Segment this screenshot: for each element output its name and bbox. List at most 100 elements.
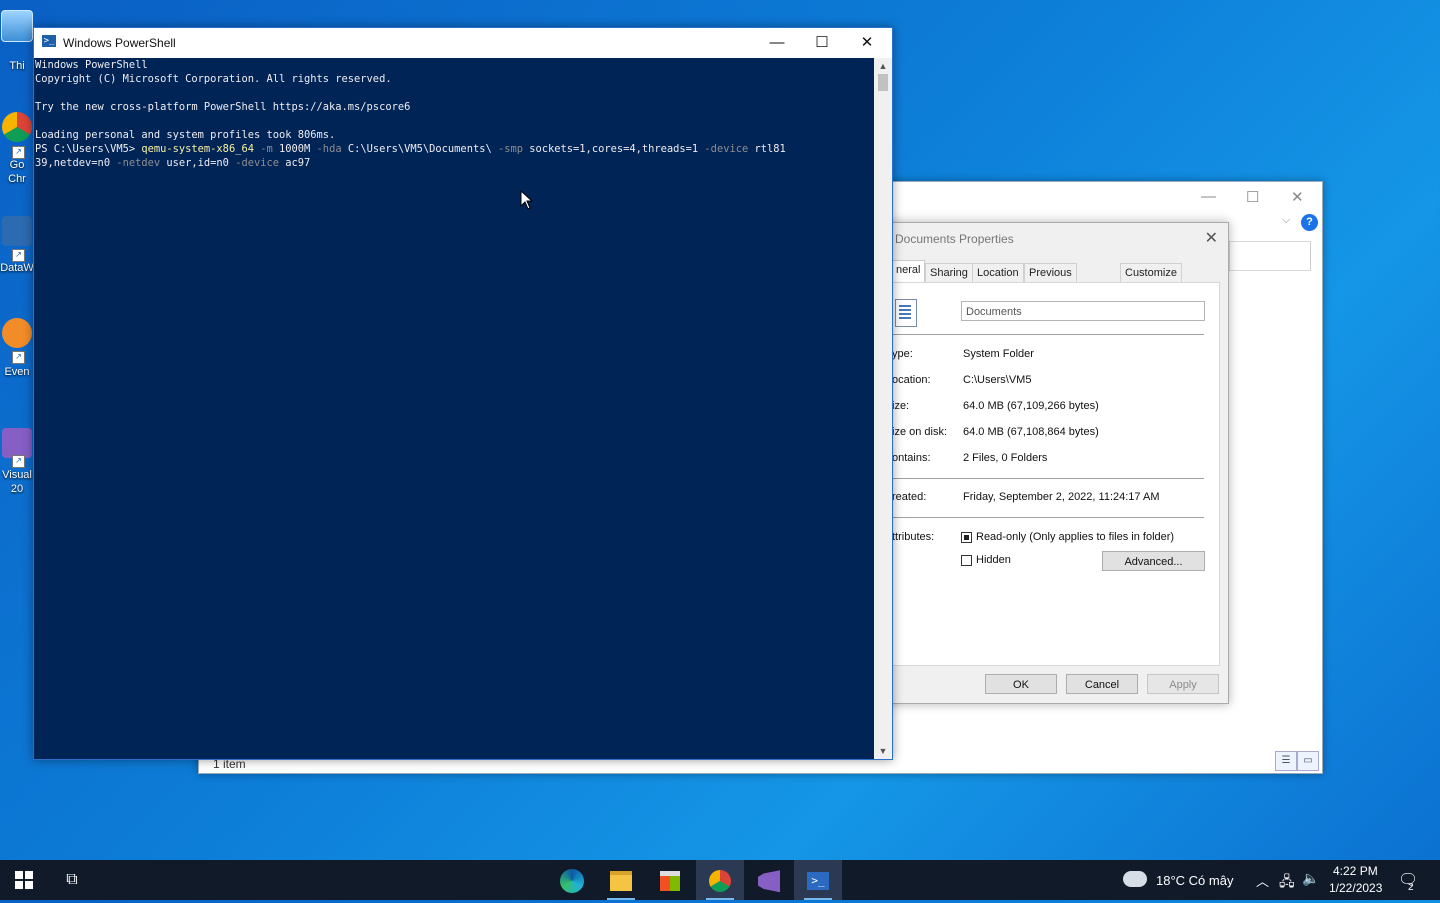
dialog-title: Documents Properties bbox=[895, 232, 1014, 246]
created-value: Friday, September 2, 2022, 11:24:17 AM bbox=[963, 491, 1160, 503]
command-token-param: -device bbox=[228, 157, 279, 169]
weather-text[interactable]: 18°C Có mây bbox=[1156, 873, 1233, 888]
folder-name-field[interactable]: Documents bbox=[961, 301, 1205, 321]
shortcut-arrow-icon: ↗ bbox=[12, 351, 25, 364]
tab-location[interactable]: Location bbox=[972, 263, 1024, 283]
maximize-button[interactable]: ☐ bbox=[1246, 188, 1259, 206]
powershell-window[interactable]: >_ Windows PowerShell — ☐ ✕ Windows Powe… bbox=[33, 27, 893, 760]
size-value: 64.0 MB (67,109,266 bytes) bbox=[963, 400, 1099, 412]
command-token-arg: user,id=n0 bbox=[160, 157, 229, 169]
cancel-button[interactable]: Cancel bbox=[1066, 674, 1138, 694]
microsoft-store-icon[interactable] bbox=[646, 860, 694, 900]
contains-value: 2 Files, 0 Folders bbox=[963, 452, 1048, 464]
general-tab-panel: Documents ype: System Folder ocation: C:… bbox=[891, 282, 1220, 666]
chrome-icon bbox=[2, 112, 32, 142]
scroll-down-icon[interactable]: ▼ bbox=[874, 743, 892, 759]
minimize-button[interactable]: — bbox=[1201, 188, 1216, 205]
command-token-param: -smp bbox=[491, 143, 523, 155]
desktop-icon-label: DataW bbox=[0, 262, 34, 274]
divider bbox=[892, 334, 1204, 335]
type-label: ype: bbox=[892, 348, 913, 360]
read-only-checkbox[interactable] bbox=[961, 532, 972, 543]
desktop-icon-label: Even bbox=[4, 366, 30, 378]
vertical-scrollbar[interactable]: ▲ ▼ bbox=[874, 58, 892, 759]
size-label: ize: bbox=[892, 400, 910, 412]
location-value: C:\Users\VM5 bbox=[963, 374, 1032, 386]
minimize-button[interactable]: — bbox=[757, 32, 797, 54]
cloudy-weather-icon[interactable] bbox=[1123, 871, 1147, 887]
tab-previous-versions[interactable]: Previous Versions bbox=[1024, 263, 1077, 298]
command-token-param: -device bbox=[698, 143, 749, 155]
title-bar[interactable]: >_ Windows PowerShell — ☐ ✕ bbox=[34, 28, 892, 58]
command-token-cmd: qemu-system-x86_64 bbox=[141, 143, 254, 155]
contains-label: ontains: bbox=[892, 452, 931, 464]
advanced-button[interactable]: Advanced... bbox=[1102, 551, 1205, 571]
start-button[interactable] bbox=[0, 860, 48, 900]
details-view-icon[interactable]: ☰ bbox=[1275, 751, 1297, 771]
clock-time[interactable]: 4:22 PM bbox=[1333, 864, 1378, 878]
console-line: Loading personal and system profiles too… bbox=[35, 129, 336, 141]
volume-icon[interactable]: 🔈 bbox=[1302, 870, 1319, 887]
hidden-label: Hidden bbox=[976, 554, 1011, 566]
powershell-taskbar-icon[interactable]: >_ bbox=[794, 860, 842, 900]
everything-icon bbox=[2, 318, 32, 348]
hidden-checkbox[interactable] bbox=[961, 555, 972, 566]
desktop-icon-google-chrome[interactable]: ↗ Go Chr bbox=[0, 112, 34, 192]
search-box[interactable] bbox=[1229, 241, 1311, 271]
desktop-icon-datawrapper[interactable]: ↗ DataW bbox=[0, 216, 34, 280]
divider bbox=[892, 478, 1204, 479]
ok-button[interactable]: OK bbox=[985, 674, 1057, 694]
tab-customize[interactable]: Customize bbox=[1120, 263, 1182, 283]
documents-folder-icon bbox=[895, 299, 917, 327]
file-explorer-icon[interactable] bbox=[597, 860, 645, 900]
size-on-disk-label: ize on disk: bbox=[892, 426, 948, 438]
visual-studio-icon[interactable] bbox=[745, 860, 793, 900]
size-on-disk-value: 64.0 MB (67,108,864 bytes) bbox=[963, 426, 1099, 438]
help-icon[interactable]: ? bbox=[1301, 214, 1318, 231]
shortcut-arrow-icon: ↗ bbox=[12, 146, 25, 159]
command-token-param: -m bbox=[253, 143, 273, 155]
close-icon[interactable]: ✕ bbox=[1205, 228, 1218, 248]
window-title: Windows PowerShell bbox=[63, 36, 176, 50]
desktop-icon-label: Thi bbox=[9, 60, 25, 72]
windows-logo-icon bbox=[15, 871, 33, 889]
scroll-thumb[interactable] bbox=[878, 74, 888, 91]
close-button[interactable]: ✕ bbox=[847, 32, 887, 54]
maximize-button[interactable]: ☐ bbox=[802, 32, 842, 54]
edge-icon[interactable] bbox=[548, 860, 596, 900]
console-output[interactable]: Windows PowerShell Copyright (C) Microso… bbox=[34, 58, 875, 759]
clock-date[interactable]: 1/22/2023 bbox=[1329, 881, 1382, 895]
close-button[interactable]: ✕ bbox=[1291, 188, 1304, 206]
command-token-param: -hda bbox=[310, 143, 342, 155]
type-value: System Folder bbox=[963, 348, 1034, 360]
desktop-icon-everything[interactable]: ↗ Even bbox=[0, 318, 34, 384]
command-token-arg: sockets=1,cores=4,threads=1 bbox=[523, 143, 699, 155]
scroll-up-icon[interactable]: ▲ bbox=[874, 58, 892, 74]
shortcut-arrow-icon: ↗ bbox=[12, 455, 25, 468]
console-line: Windows PowerShell bbox=[35, 59, 148, 71]
location-label: ocation: bbox=[892, 374, 931, 386]
documents-properties-dialog[interactable]: Documents Properties ✕ neral Sharing Loc… bbox=[884, 222, 1229, 704]
powershell-icon: >_ bbox=[42, 35, 56, 47]
datawrapper-icon bbox=[2, 216, 32, 246]
large-icons-view-icon[interactable]: ▭ bbox=[1297, 751, 1319, 771]
network-icon[interactable]: 🖧 bbox=[1279, 871, 1295, 895]
monitor-icon bbox=[1, 10, 33, 42]
desktop-icon-visual-studio[interactable]: ↗ Visual 20 bbox=[0, 428, 34, 504]
attributes-label: ttributes: bbox=[892, 531, 935, 543]
tab-sharing[interactable]: Sharing bbox=[925, 263, 973, 283]
chrome-icon[interactable] bbox=[696, 860, 744, 900]
task-view-icon[interactable]: ⧉ bbox=[48, 860, 96, 900]
chevron-down-icon[interactable]: ⌵ bbox=[1282, 214, 1290, 227]
visual-studio-icon bbox=[2, 428, 32, 458]
tab-general[interactable]: neral bbox=[891, 260, 926, 283]
desktop-icon-label: Visual 20 bbox=[2, 469, 32, 495]
apply-button[interactable]: Apply bbox=[1147, 674, 1219, 694]
command-token-arg: 1000M bbox=[272, 143, 311, 155]
chevron-up-icon[interactable]: ︿ bbox=[1256, 871, 1269, 890]
desktop-icon-label: Go Chr bbox=[8, 159, 26, 185]
console-line: Copyright (C) Microsoft Corporation. All… bbox=[35, 73, 392, 85]
command-token-arg: ac97 bbox=[279, 157, 311, 169]
desktop-icon-this-pc[interactable]: Thi bbox=[0, 10, 34, 75]
shortcut-arrow-icon: ↗ bbox=[12, 249, 25, 262]
